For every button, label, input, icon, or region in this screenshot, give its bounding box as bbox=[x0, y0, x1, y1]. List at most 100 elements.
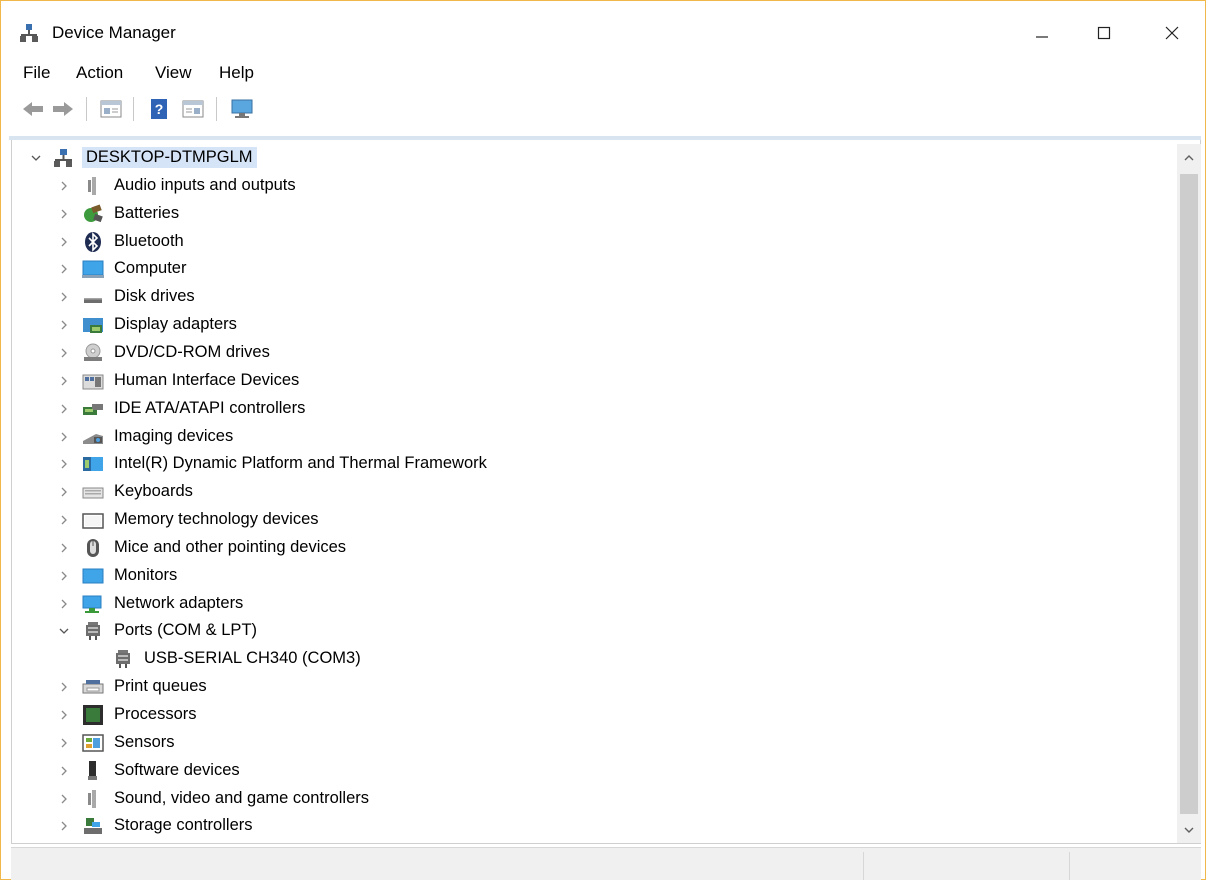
tree-category-label: Human Interface Devices bbox=[114, 371, 300, 389]
toolbar-separator bbox=[216, 97, 217, 121]
chevron-right-icon[interactable] bbox=[58, 236, 70, 248]
tree-category-row[interactable]: Memory technology devices bbox=[12, 507, 1172, 533]
back-icon[interactable] bbox=[21, 97, 45, 121]
menu-help[interactable]: Help bbox=[219, 63, 254, 83]
tree-category-label: Mice and other pointing devices bbox=[114, 538, 347, 556]
tree-category-row[interactable]: Imaging devices bbox=[12, 424, 1172, 450]
tree-category-row[interactable]: Processors bbox=[12, 702, 1172, 728]
tree-category-row[interactable]: Display adapters bbox=[12, 312, 1172, 338]
tree-category-row[interactable]: Batteries bbox=[12, 201, 1172, 227]
toolbar: ? bbox=[1, 91, 1205, 131]
tree-category-label: Bluetooth bbox=[114, 232, 184, 250]
chevron-right-icon[interactable] bbox=[58, 737, 70, 749]
menu-file[interactable]: File bbox=[23, 63, 50, 83]
tree-category-row[interactable]: Bluetooth bbox=[12, 229, 1172, 255]
network-adapter-icon bbox=[82, 593, 104, 615]
chevron-right-icon[interactable] bbox=[58, 514, 70, 526]
menu-view[interactable]: View bbox=[155, 63, 192, 83]
chevron-right-icon[interactable] bbox=[58, 681, 70, 693]
tree-category-row[interactable]: Network adapters bbox=[12, 591, 1172, 617]
tree-category-label: Memory technology devices bbox=[114, 510, 319, 528]
chevron-right-icon[interactable] bbox=[58, 820, 70, 832]
status-bar bbox=[11, 847, 1201, 880]
tree-category-row[interactable]: Sensors bbox=[12, 730, 1172, 756]
display-adapter-icon bbox=[82, 314, 104, 336]
status-pane bbox=[1069, 852, 1201, 880]
menu-action[interactable]: Action bbox=[76, 63, 123, 83]
chevron-right-icon[interactable] bbox=[58, 431, 70, 443]
hid-icon bbox=[82, 370, 104, 392]
scroll-up-button[interactable] bbox=[1177, 144, 1201, 172]
update-driver-icon[interactable] bbox=[181, 97, 205, 121]
tree-category-row[interactable]: Mice and other pointing devices bbox=[12, 535, 1172, 561]
chevron-right-icon[interactable] bbox=[58, 403, 70, 415]
monitor-icon[interactable] bbox=[230, 97, 254, 121]
close-button[interactable] bbox=[1149, 13, 1195, 53]
chevron-right-icon[interactable] bbox=[58, 347, 70, 359]
toolbar-separator bbox=[133, 97, 134, 121]
tree-category-label: IDE ATA/ATAPI controllers bbox=[114, 399, 306, 417]
tree-category-row[interactable]: Audio inputs and outputs bbox=[12, 173, 1172, 199]
tree-category-row[interactable]: Computer bbox=[12, 256, 1172, 282]
title-bar: Device Manager bbox=[1, 1, 1205, 57]
tree-category-label: DVD/CD-ROM drives bbox=[114, 343, 270, 361]
chevron-right-icon[interactable] bbox=[58, 765, 70, 777]
properties-icon[interactable] bbox=[99, 97, 123, 121]
tree-category-label: Storage controllers bbox=[114, 816, 253, 834]
tree-root[interactable]: DESKTOP-DTMPGLM bbox=[12, 145, 1172, 171]
device-tree[interactable]: DESKTOP-DTMPGLM Audio inputs and outputs… bbox=[11, 140, 1201, 844]
memory-device-icon bbox=[82, 509, 104, 531]
tree-category-row[interactable]: IDE ATA/ATAPI controllers bbox=[12, 396, 1172, 422]
chevron-right-icon[interactable] bbox=[58, 458, 70, 470]
tree-category-label: Ports (COM & LPT) bbox=[114, 621, 258, 639]
chevron-right-icon[interactable] bbox=[58, 208, 70, 220]
tree-category-row[interactable]: Storage controllers bbox=[12, 813, 1172, 839]
chevron-right-icon[interactable] bbox=[58, 709, 70, 721]
chevron-right-icon[interactable] bbox=[58, 570, 70, 582]
chevron-right-icon[interactable] bbox=[58, 180, 70, 192]
tree-device-label: USB-SERIAL CH340 (COM3) bbox=[144, 649, 361, 667]
tree-category-row[interactable]: Intel(R) Dynamic Platform and Thermal Fr… bbox=[12, 451, 1172, 477]
help-icon[interactable]: ? bbox=[147, 97, 171, 121]
tree-category-row[interactable]: Disk drives bbox=[12, 284, 1172, 310]
tree-category-row[interactable]: Sound, video and game controllers bbox=[12, 786, 1172, 812]
svg-text:?: ? bbox=[155, 101, 164, 117]
tree-category-label: Batteries bbox=[114, 204, 180, 222]
chevron-right-icon[interactable] bbox=[58, 375, 70, 387]
intel-dptf-icon bbox=[82, 453, 104, 475]
window-title: Device Manager bbox=[52, 23, 176, 42]
tree-category-row[interactable]: Human Interface Devices bbox=[12, 368, 1172, 394]
maximize-button[interactable] bbox=[1081, 13, 1127, 53]
dvd-drive-icon bbox=[82, 342, 104, 364]
minimize-button[interactable] bbox=[1019, 13, 1065, 53]
tree-category-row[interactable]: Software devices bbox=[12, 758, 1172, 784]
tree-category-row[interactable]: Ports (COM & LPT) bbox=[12, 618, 1172, 644]
mouse-icon bbox=[82, 537, 104, 559]
chevron-down-icon[interactable] bbox=[58, 625, 70, 637]
chevron-right-icon[interactable] bbox=[58, 263, 70, 275]
tree-category-row[interactable]: Print queues bbox=[12, 674, 1172, 700]
port-icon bbox=[112, 648, 134, 670]
speaker-icon bbox=[82, 175, 104, 197]
tree-root-label: DESKTOP-DTMPGLM bbox=[82, 147, 257, 168]
monitor-icon bbox=[82, 565, 104, 587]
vertical-scrollbar[interactable] bbox=[1177, 144, 1201, 843]
tree-category-label: Keyboards bbox=[114, 482, 193, 500]
tree-device-row[interactable]: USB-SERIAL CH340 (COM3) bbox=[12, 646, 1172, 672]
scrollbar-thumb[interactable] bbox=[1180, 174, 1198, 814]
tree-category-row[interactable]: DVD/CD-ROM drives bbox=[12, 340, 1172, 366]
scroll-down-button[interactable] bbox=[1177, 817, 1201, 843]
tree-category-row[interactable]: Monitors bbox=[12, 563, 1172, 589]
chevron-right-icon[interactable] bbox=[58, 486, 70, 498]
chevron-right-icon[interactable] bbox=[58, 793, 70, 805]
bluetooth-icon bbox=[82, 231, 104, 253]
chevron-down-icon[interactable] bbox=[30, 152, 42, 164]
forward-icon[interactable] bbox=[51, 97, 75, 121]
chevron-right-icon[interactable] bbox=[58, 291, 70, 303]
tree-category-row[interactable]: Keyboards bbox=[12, 479, 1172, 505]
sensor-icon bbox=[82, 732, 104, 754]
tree-category-label: Intel(R) Dynamic Platform and Thermal Fr… bbox=[114, 454, 487, 472]
chevron-right-icon[interactable] bbox=[58, 542, 70, 554]
chevron-right-icon[interactable] bbox=[58, 319, 70, 331]
chevron-right-icon[interactable] bbox=[58, 598, 70, 610]
